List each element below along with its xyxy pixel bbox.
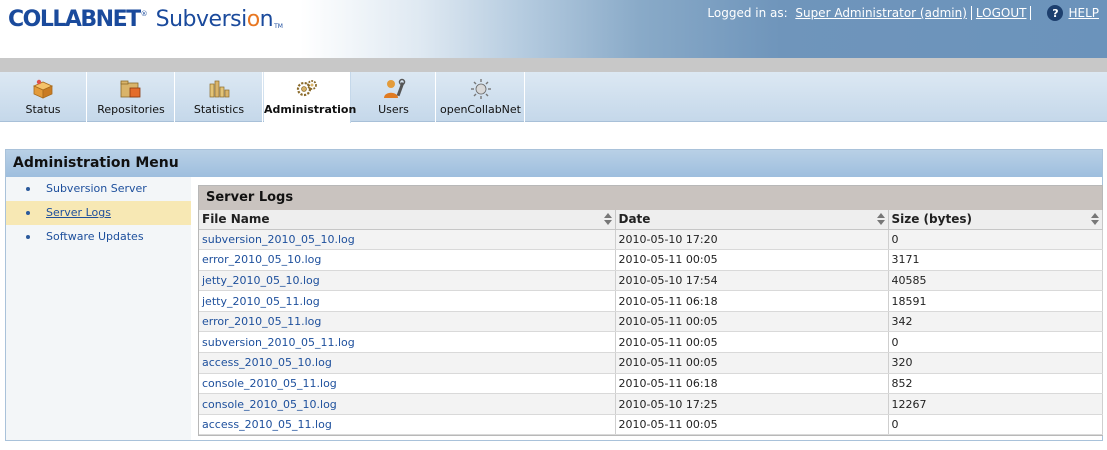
log-file-link[interactable]: jetty_2010_05_11.log [199, 290, 616, 312]
table-row: console_2010_05_11.log 2010-05-11 06:18 … [199, 373, 1103, 395]
log-file-link[interactable]: subversion_2010_05_10.log [199, 229, 616, 251]
log-date: 2010-05-11 00:05 [615, 414, 889, 436]
tab-label: Administration [264, 103, 357, 116]
server-logs-table: File Name Date Size (bytes) subversion_2… [199, 210, 1103, 436]
log-date: 2010-05-10 17:54 [615, 270, 889, 292]
column-header-size[interactable]: Size (bytes) [888, 210, 1103, 230]
menu-item-subversion-server-settings[interactable]: Subversion Server Settings [6, 177, 191, 219]
log-size: 852 [888, 373, 1103, 395]
statistics-chart-icon [209, 80, 230, 98]
log-date: 2010-05-11 06:18 [615, 373, 889, 395]
log-date: 2010-05-10 17:25 [615, 393, 889, 415]
log-file-link[interactable]: access_2010_05_11.log [199, 414, 616, 436]
table-row: error_2010_05_11.log 2010-05-11 00:05 34… [199, 311, 1103, 333]
table-row: access_2010_05_11.log 2010-05-11 00:05 0 [199, 414, 1103, 436]
tab-statistics[interactable]: Statistics [176, 72, 263, 122]
panel-title: Administration Menu [6, 150, 1102, 177]
logout-link[interactable]: LOGOUT [976, 6, 1027, 20]
tab-label: Status [25, 103, 61, 116]
log-file-link[interactable]: subversion_2010_05_11.log [199, 331, 616, 354]
status-box-icon [33, 79, 53, 99]
sort-arrows-icon[interactable] [1090, 212, 1099, 226]
log-file-link[interactable]: error_2010_05_11.log [199, 311, 616, 333]
column-header-file-name[interactable]: File Name [199, 210, 616, 230]
table-row: console_2010_05_10.log 2010-05-10 17:25 … [199, 393, 1103, 415]
log-size: 18591 [888, 290, 1103, 312]
tab-status[interactable]: Status [0, 72, 87, 122]
server-logs-title: Server Logs [199, 186, 1102, 210]
logged-in-label: Logged in as: [707, 6, 788, 20]
log-date: 2010-05-10 17:20 [615, 229, 889, 251]
log-size: 342 [888, 311, 1103, 333]
table-row: subversion_2010_05_11.log 2010-05-11 00:… [199, 331, 1103, 354]
log-file-link[interactable]: console_2010_05_11.log [199, 373, 616, 395]
divider [1030, 6, 1032, 20]
divider [970, 6, 972, 20]
opencollabnet-sun-icon [470, 79, 491, 99]
tab-opencollabnet[interactable]: openCollabNet [437, 72, 525, 122]
brand-trademark: ® [140, 10, 148, 18]
menu-item-label: Server Logs [46, 206, 111, 219]
user-profile-link[interactable]: Super Administrator (admin) [795, 6, 967, 20]
log-date: 2010-05-11 00:05 [615, 331, 889, 354]
tab-label: Repositories [97, 103, 165, 116]
product-trademark: TM [274, 23, 283, 30]
log-size: 320 [888, 352, 1103, 374]
log-size: 0 [888, 229, 1103, 251]
app-header: COLLABNET ® Subversion TM Logged in as: … [0, 0, 1107, 58]
brand-name: COLLABNET [8, 7, 141, 32]
bullet-icon [26, 235, 30, 239]
bullet-icon [26, 211, 30, 215]
table-row: subversion_2010_05_10.log 2010-05-10 17:… [199, 229, 1103, 251]
table-row: access_2010_05_10.log 2010-05-11 00:05 3… [199, 352, 1103, 374]
log-date: 2010-05-11 00:05 [615, 311, 889, 333]
user-bar: Logged in as: Super Administrator (admin… [707, 5, 1099, 21]
table-row: jetty_2010_05_11.log 2010-05-11 06:18 18… [199, 290, 1103, 312]
tab-users[interactable]: Users [352, 72, 436, 122]
collabnet-subversion-logo[interactable]: COLLABNET ® Subversion TM [8, 4, 283, 32]
tab-repositories[interactable]: Repositories [88, 72, 175, 122]
administration-panel: Administration Menu Subversion Server Se… [5, 149, 1103, 441]
log-file-link[interactable]: error_2010_05_10.log [199, 249, 616, 271]
log-file-link[interactable]: console_2010_05_10.log [199, 393, 616, 415]
help-link[interactable]: HELP [1068, 6, 1099, 20]
log-date: 2010-05-11 00:05 [615, 352, 889, 374]
table-row: error_2010_05_10.log 2010-05-11 00:05 31… [199, 249, 1103, 271]
admin-side-menu: Subversion Server Settings Server Logs S… [6, 177, 191, 440]
log-file-link[interactable]: jetty_2010_05_10.log [199, 270, 616, 292]
menu-item-label: Software Updates [46, 230, 144, 243]
repositories-folder-icon [120, 80, 141, 98]
log-size: 12267 [888, 393, 1103, 415]
column-header-date[interactable]: Date [615, 210, 889, 230]
product-name: Subversion [155, 7, 274, 32]
tab-label: Users [378, 103, 409, 116]
menu-item-server-logs[interactable]: Server Logs [6, 201, 191, 225]
administration-gears-icon [296, 80, 317, 97]
sort-arrows-icon[interactable] [876, 212, 885, 226]
log-date: 2010-05-11 00:05 [615, 249, 889, 271]
log-file-link[interactable]: access_2010_05_10.log [199, 352, 616, 374]
table-row: jetty_2010_05_10.log 2010-05-10 17:54 40… [199, 270, 1103, 292]
bullet-icon [26, 187, 30, 191]
header-divider-band [0, 58, 1107, 72]
server-logs-section: Server Logs File Name Date Size (bytes) … [198, 185, 1103, 436]
users-wrench-icon [383, 78, 405, 98]
log-size: 3171 [888, 249, 1103, 271]
tab-label: openCollabNet [439, 103, 521, 116]
help-icon[interactable]: ? [1047, 5, 1064, 21]
menu-item-software-updates[interactable]: Software Updates [6, 225, 191, 249]
tab-administration[interactable]: Administration [264, 72, 357, 123]
log-size: 0 [888, 331, 1103, 354]
log-size: 40585 [888, 270, 1103, 292]
main-tab-bar: Status Repositories Statistics Administr… [0, 72, 1107, 123]
sort-arrows-icon[interactable] [603, 212, 612, 226]
tab-label: Statistics [193, 103, 245, 116]
log-date: 2010-05-11 06:18 [615, 290, 889, 312]
log-size: 0 [888, 414, 1103, 436]
